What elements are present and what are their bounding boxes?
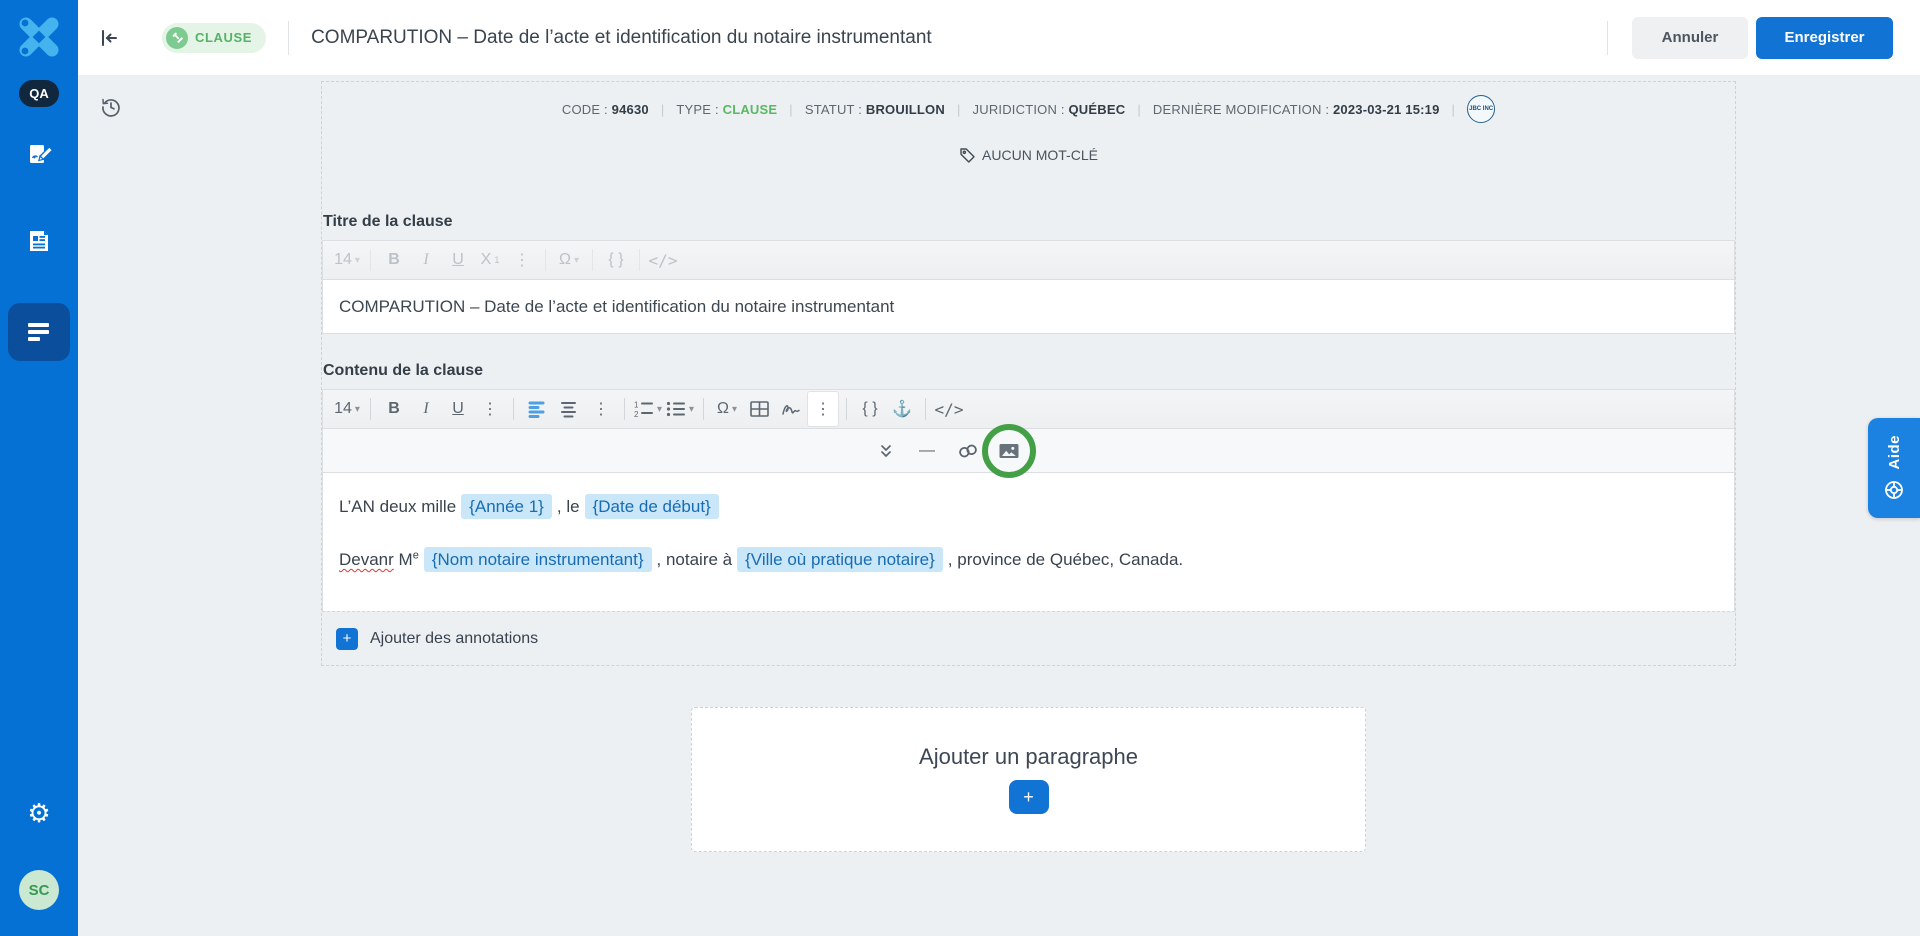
app-logo-icon[interactable] <box>16 14 62 60</box>
variable-braces-button[interactable]: { } <box>854 394 886 424</box>
clause-content-editor[interactable]: L’AN deux mille{Année 1}, le{Date de déb… <box>322 473 1735 611</box>
no-keyword-label: AUCUN MOT-CLÉ <box>982 147 1098 163</box>
align-center-icon[interactable] <box>553 394 585 424</box>
add-paragraph-button[interactable]: + <box>1009 780 1049 814</box>
clause-metadata: CODE : 94630 | TYPE : CLAUSE | STATUT : … <box>322 95 1735 123</box>
avatar[interactable]: SC <box>19 870 59 910</box>
font-size-dropdown[interactable]: 14▾ <box>331 394 363 424</box>
ordered-list-icon[interactable]: 1 2 ▾ <box>632 394 664 424</box>
special-char-dropdown[interactable]: Ω▾ <box>553 245 585 275</box>
content-toolbar-row1: 14▾ B I U ⋮ ⋮ <box>322 389 1735 429</box>
meta-jurisdiction-value: QUÉBEC <box>1069 102 1126 117</box>
content-toolbar-row2: — <box>322 429 1735 473</box>
table-icon[interactable] <box>743 394 775 424</box>
page-header: CLAUSE COMPARUTION – Date de l’acte et i… <box>78 0 1920 76</box>
more-align-button[interactable]: ⋮ <box>585 394 617 424</box>
help-tab[interactable]: Aide <box>1868 418 1920 518</box>
superscript-button[interactable]: X1 <box>474 245 506 275</box>
toolbar-divider <box>846 398 847 420</box>
meta-code-value: 94630 <box>612 102 649 117</box>
content-section-label: Contenu de la clause <box>323 362 1735 380</box>
clause-list-icon <box>26 321 52 343</box>
bold-button[interactable]: B <box>378 394 410 424</box>
add-paragraph-label: Ajouter un paragraphe <box>919 744 1138 770</box>
editor-paragraph-1: L’AN deux mille{Année 1}, le{Date de déb… <box>339 493 1718 520</box>
tag-icon <box>959 147 975 163</box>
add-paragraph-box: Ajouter un paragraphe + <box>691 707 1366 852</box>
save-button[interactable]: Enregistrer <box>1756 17 1893 59</box>
variable-chip[interactable]: {Date de début} <box>585 494 719 519</box>
double-chevron-down-icon[interactable] <box>872 436 900 466</box>
sidebar-item-documents[interactable] <box>16 221 62 261</box>
insert-image-button[interactable] <box>995 436 1023 466</box>
clause-badge-label: CLAUSE <box>195 30 252 45</box>
title-section-label: Titre de la clause <box>323 213 1735 231</box>
toolbar-divider <box>370 398 371 420</box>
toolbar-divider <box>592 249 593 271</box>
toolbar-divider <box>925 398 926 420</box>
help-tab-label: Aide <box>1886 435 1903 470</box>
horizontal-rule-icon[interactable]: — <box>913 436 941 466</box>
variable-braces-button[interactable]: { } <box>600 245 632 275</box>
app-sidebar: QA <box>0 0 78 936</box>
italic-button[interactable]: I <box>410 394 442 424</box>
special-char-dropdown[interactable]: Ω▾ <box>711 394 743 424</box>
anchor-icon[interactable]: ⚓ <box>886 394 918 424</box>
gavel-icon <box>166 27 188 49</box>
meta-modified-value: 2023-03-21 15:19 <box>1333 102 1440 117</box>
italic-button[interactable]: I <box>410 245 442 275</box>
header-divider <box>1607 21 1608 55</box>
add-annotations-button[interactable]: + Ajouter des annotations <box>322 611 1735 665</box>
signature-doc-icon <box>26 142 53 169</box>
cancel-button[interactable]: Annuler <box>1632 17 1748 59</box>
toolbar-divider <box>513 398 514 420</box>
meta-type-value: CLAUSE <box>723 102 778 117</box>
sidebar-item-redaction[interactable] <box>16 135 62 175</box>
source-code-button[interactable]: </> <box>933 394 965 424</box>
title-toolbar: 14▾ B I U X1 ⋮ Ω▾ { } </> <box>322 240 1735 280</box>
page-title: COMPARUTION – Date de l’acte et identifi… <box>311 27 932 49</box>
bullet-list-icon[interactable]: ▾ <box>664 394 696 424</box>
toolbar-divider <box>639 249 640 271</box>
toolbar-divider <box>703 398 704 420</box>
svg-text:2: 2 <box>634 410 639 418</box>
image-icon <box>999 443 1019 459</box>
keyword-row: AUCUN MOT-CLÉ <box>322 147 1735 163</box>
clause-type-badge: CLAUSE <box>162 23 266 53</box>
variable-chip[interactable]: {Nom notaire instrumentant} <box>424 547 652 572</box>
variable-chip[interactable]: {Ville où pratique notaire} <box>737 547 943 572</box>
lifebuoy-icon <box>1883 479 1905 501</box>
plus-icon: + <box>336 628 358 650</box>
add-annotations-label: Ajouter des annotations <box>370 630 538 648</box>
toolbar-divider <box>624 398 625 420</box>
toolbar-show-more-button[interactable]: ⋮ <box>807 391 839 427</box>
align-left-icon[interactable] <box>521 394 553 424</box>
variable-chip[interactable]: {Année 1} <box>461 494 552 519</box>
meta-status-value: BROUILLON <box>866 102 945 117</box>
collapse-sidebar-icon[interactable] <box>98 27 120 49</box>
editor-paragraph-2: Devanr Me{Nom notaire instrumentant}, no… <box>339 546 1718 573</box>
document-icon <box>26 228 52 254</box>
signature-icon[interactable] <box>775 394 807 424</box>
underline-button[interactable]: U <box>442 394 474 424</box>
org-logo-badge: JBC INC <box>1467 95 1495 123</box>
toolbar-divider <box>370 249 371 271</box>
underline-button[interactable]: U <box>442 245 474 275</box>
font-size-dropdown[interactable]: 14▾ <box>331 245 363 275</box>
history-icon[interactable] <box>100 96 122 118</box>
toolbar-divider <box>545 249 546 271</box>
clause-title-input[interactable] <box>322 280 1735 334</box>
link-icon[interactable] <box>954 436 982 466</box>
workspace: CODE : 94630 | TYPE : CLAUSE | STATUT : … <box>78 76 1920 936</box>
more-styles-button[interactable]: ⋮ <box>474 394 506 424</box>
svg-text:1: 1 <box>634 401 639 410</box>
more-styles-button[interactable]: ⋮ <box>506 245 538 275</box>
sidebar-item-clauses-active[interactable] <box>8 303 70 361</box>
gear-icon[interactable]: ⚙ <box>27 800 50 826</box>
source-code-button[interactable]: </> <box>647 245 679 275</box>
header-divider <box>288 21 289 55</box>
qa-badge: QA <box>19 80 59 107</box>
bold-button[interactable]: B <box>378 245 410 275</box>
clause-card: CODE : 94630 | TYPE : CLAUSE | STATUT : … <box>321 81 1736 666</box>
